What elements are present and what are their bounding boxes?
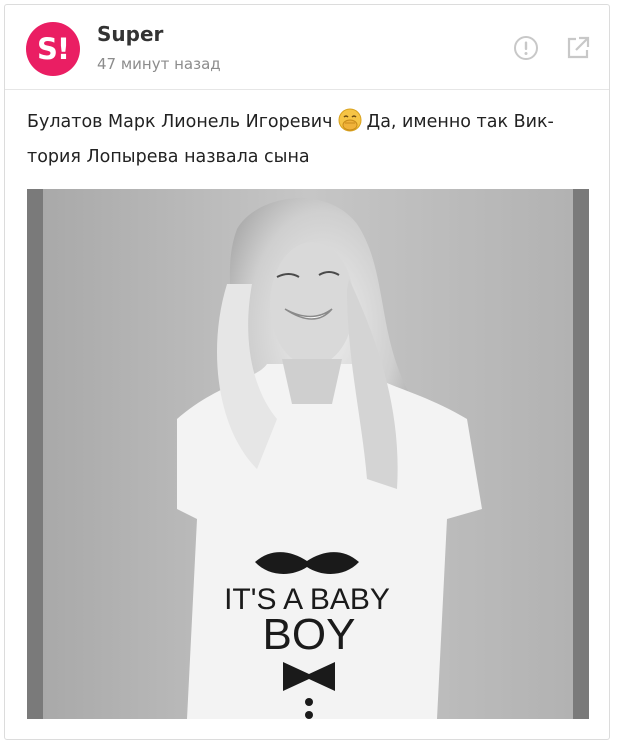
header-divider	[5, 89, 609, 90]
post-text: Булатов Марк Лионель Игоревич Да, именно…	[27, 105, 587, 175]
shirt-text-line2: BOY	[263, 610, 356, 659]
post-card: S! Super 47 минут назад Булатов Марк Лио…	[4, 4, 610, 740]
post-text-part-1: Булатов Марк Лионель Игоревич	[27, 112, 333, 132]
post-header: S! Super 47 минут назад	[5, 5, 609, 89]
post-photo[interactable]: IT'S A BABY BOY	[27, 189, 589, 719]
exclamation-circle-icon[interactable]	[513, 35, 539, 61]
source-name[interactable]: Super	[97, 22, 163, 46]
open-external-icon[interactable]	[565, 35, 591, 61]
post-timestamp: 47 минут назад	[97, 55, 221, 73]
face-with-hand-over-mouth-emoji-icon	[337, 107, 363, 133]
source-avatar[interactable]: S!	[26, 22, 80, 76]
